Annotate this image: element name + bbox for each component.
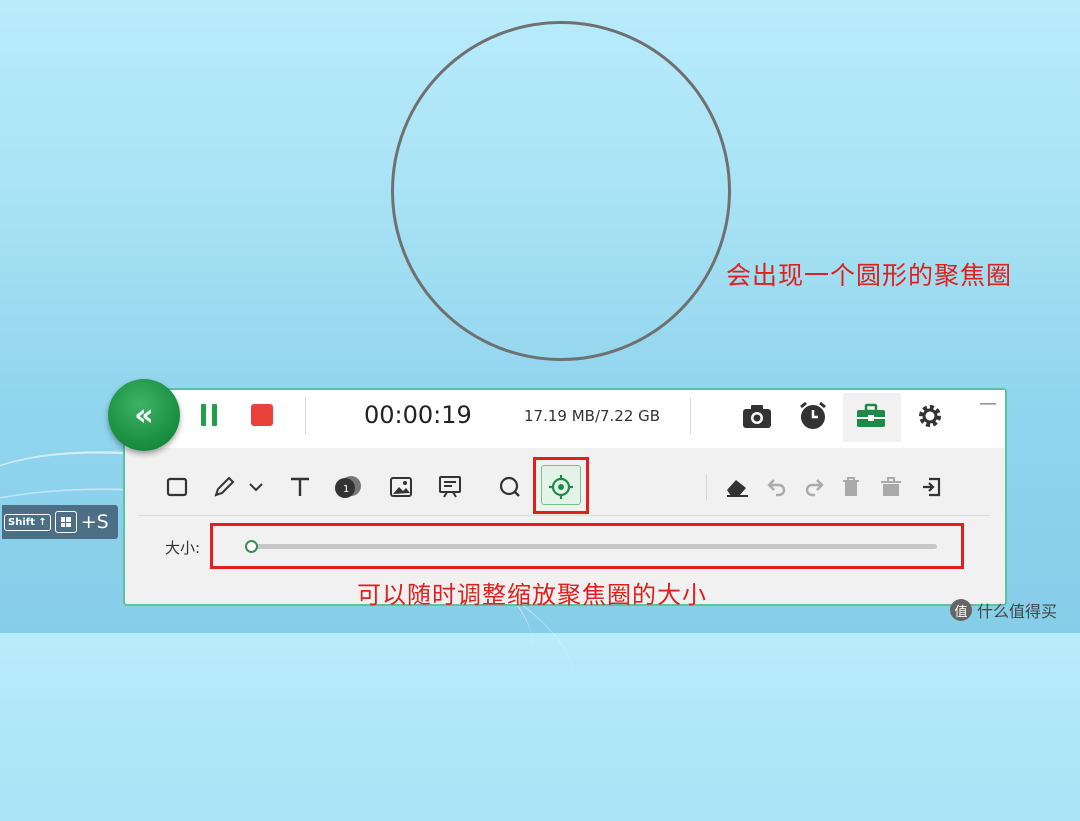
stop-button[interactable] [251, 404, 273, 426]
redo-icon[interactable] [802, 472, 826, 502]
toolbox-icon[interactable] [855, 400, 887, 432]
divider [690, 398, 691, 434]
annotation-adjust-size: 可以随时调整缩放聚焦圈的大小 [357, 581, 707, 609]
s-key: +S [80, 511, 109, 533]
magnifier-icon[interactable] [497, 472, 523, 502]
spotlight-highlight-box [533, 457, 589, 514]
whiteboard-icon[interactable] [437, 472, 463, 502]
camera-icon[interactable] [741, 400, 773, 432]
exit-icon[interactable] [918, 472, 944, 502]
windows-key-icon [54, 511, 77, 533]
watermark-text: 什么值得买 [977, 602, 1058, 621]
rectangle-icon[interactable] [164, 472, 190, 502]
text-icon[interactable] [287, 472, 313, 502]
shift-key: Shift ↑ [4, 513, 51, 531]
image-icon[interactable] [388, 472, 414, 502]
delete-icon[interactable] [839, 472, 863, 502]
collapse-button[interactable]: « [108, 379, 180, 451]
clear-all-icon[interactable] [879, 472, 903, 502]
undo-icon[interactable] [765, 472, 789, 502]
section-divider [138, 515, 990, 516]
slider-highlight-box [210, 523, 964, 569]
svg-text:1: 1 [343, 484, 349, 495]
watermark-badge: 值 [950, 599, 972, 621]
file-size: 17.19 MB/7.22 GB [524, 407, 661, 425]
double-chevron-left-icon: « [134, 397, 154, 433]
shortcut-hint: Shift ↑ +S [2, 505, 118, 539]
gear-icon[interactable] [914, 400, 946, 432]
pen-icon[interactable] [211, 472, 237, 502]
recording-timer: 00:00:19 [364, 401, 472, 429]
pause-button[interactable] [201, 404, 223, 426]
size-label: 大小: [165, 539, 201, 557]
alarm-clock-icon[interactable] [797, 400, 829, 432]
watermark: 值 什么值得买 [950, 598, 1057, 622]
minimize-button[interactable]: — [979, 393, 997, 414]
eraser-icon[interactable] [723, 472, 751, 502]
chevron-down-icon[interactable] [245, 472, 267, 502]
annotation-circle-appears: 会出现一个圆形的聚焦圈 [726, 261, 1013, 290]
divider [305, 398, 306, 434]
number-marker-icon[interactable]: 1 [333, 472, 363, 502]
focus-circle[interactable] [391, 21, 731, 361]
divider [706, 474, 707, 500]
